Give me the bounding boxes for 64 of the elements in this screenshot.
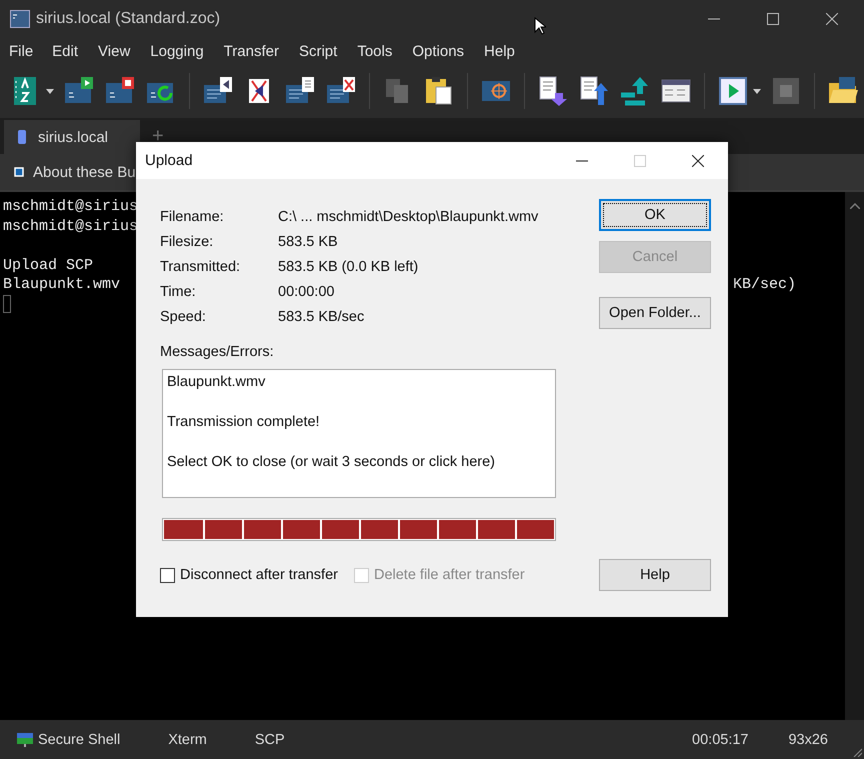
- terminal-line: Upload SCP: [3, 256, 94, 274]
- close-icon[interactable]: [826, 13, 838, 25]
- menu-item[interactable]: Edit: [45, 42, 86, 60]
- dialog-title: Upload: [145, 152, 193, 169]
- status-text: 93x26: [788, 732, 828, 748]
- session-icon: [18, 130, 26, 144]
- status-text: SCP: [254, 732, 285, 748]
- checkbox[interactable]: [160, 568, 175, 582]
- caret-icon[interactable]: [753, 88, 761, 94]
- menu-item[interactable]: Script: [292, 42, 344, 60]
- terminal-line: mschmidt@sirius: [3, 198, 138, 215]
- upload-icon[interactable]: [578, 75, 610, 107]
- field-value: 583.5 KB (0.0 KB left): [278, 259, 420, 276]
- square-icon: [14, 167, 24, 177]
- checkbox-label: Disconnect after transfer: [180, 567, 338, 583]
- checkbox-label: Delete file after transfer: [374, 567, 525, 583]
- session-tab[interactable]: sirius.local: [4, 120, 140, 154]
- menu-item[interactable]: Logging: [143, 42, 211, 60]
- caret-icon[interactable]: [46, 88, 54, 94]
- maximize-icon[interactable]: [767, 13, 779, 25]
- window-title: sirius.local (Standard.zoc): [36, 10, 220, 28]
- dialog-button[interactable]: OK: [599, 199, 711, 231]
- mouse-cursor-icon: [534, 17, 546, 35]
- network-icon: [17, 732, 33, 746]
- help-button[interactable]: Help: [599, 559, 711, 591]
- field-label: Filesize:: [160, 234, 214, 251]
- menu-item[interactable]: Tools: [350, 42, 400, 60]
- resize-grip-icon[interactable]: [852, 747, 862, 757]
- field-value: 00:00:00: [278, 284, 336, 301]
- terminal-line: mschmidt@sirius: [3, 218, 138, 235]
- menu-item[interactable]: Help: [477, 42, 522, 60]
- messages-box[interactable]: Blaupunkt.wmv Transmission complete! Select OK to close (or wait 3 seconds or click here): [162, 369, 556, 498]
- status-text: 00:05:17: [692, 732, 748, 748]
- field-value: C:\ ... mschmidt\Desktop\Blaupunkt.wmv: [278, 209, 540, 226]
- maximize-icon: [634, 154, 646, 166]
- stop-icon[interactable]: [770, 75, 802, 107]
- menu-item[interactable]: View: [91, 42, 138, 60]
- messages-label: Messages/Errors:: [160, 344, 275, 360]
- user-button[interactable]: About these Bu: [14, 164, 136, 180]
- menu-item[interactable]: File: [2, 42, 40, 60]
- status-text: Secure Shell: [38, 732, 120, 748]
- field-label: Time:: [160, 284, 197, 301]
- field-label: Filename:: [160, 209, 225, 226]
- download-icon[interactable]: [537, 75, 569, 107]
- message-text: Blaupunkt.wmv: [167, 373, 266, 392]
- dialog-button[interactable]: Open Folder...: [599, 297, 711, 329]
- play-icon[interactable]: [717, 75, 749, 107]
- status-text: Xterm: [168, 732, 207, 748]
- menu-item[interactable]: Transfer: [216, 42, 286, 60]
- message-text: Select OK to close (or wait 3 seconds or click here): [167, 453, 496, 472]
- field-label: Transmitted:: [160, 259, 242, 276]
- text-upload-icon[interactable]: [619, 75, 651, 107]
- field-value: 583.5 KB: [278, 234, 339, 251]
- message-text: Transmission complete!: [167, 413, 321, 432]
- field-value: 583.5 KB/sec: [278, 309, 366, 326]
- field-label: Speed:: [160, 309, 207, 326]
- terminal-text: KB/sec): [733, 275, 796, 295]
- close-icon[interactable]: [692, 154, 704, 166]
- app-icon: [10, 10, 30, 28]
- terminal-cursor: [3, 294, 11, 313]
- scroll-up-icon[interactable]: [850, 203, 860, 209]
- menu-item[interactable]: Options: [405, 42, 472, 60]
- scrollbar[interactable]: [845, 192, 864, 720]
- terminal-line: Blaupunkt.wmv: [3, 276, 120, 294]
